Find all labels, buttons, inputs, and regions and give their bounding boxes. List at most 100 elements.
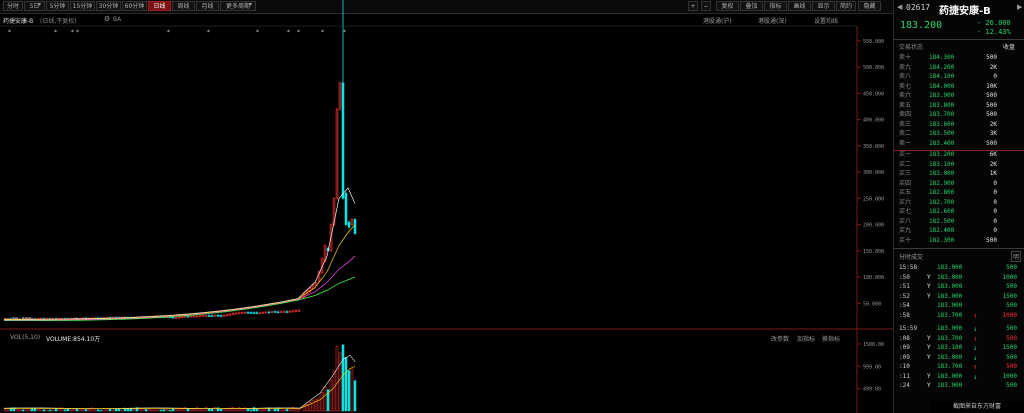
ask-row[interactable]: 卖八 184.100 0 bbox=[894, 73, 1024, 82]
ask-row[interactable]: 卖三 183.600 2K bbox=[894, 121, 1024, 130]
volume-bar bbox=[78, 409, 82, 412]
trade-flag: Y bbox=[927, 292, 931, 300]
collapse-icon[interactable]: ◀ bbox=[897, 3, 902, 11]
trade-price: 183.000 bbox=[937, 302, 963, 309]
trade-row: :54 183.000 500 bbox=[894, 302, 1024, 311]
stock-code: 02617 bbox=[906, 3, 931, 12]
add-indicator-button[interactable]: 加指标 bbox=[797, 334, 815, 343]
trade-direction-icon: ↑ bbox=[973, 363, 978, 371]
vol-y-tick-label: 1500.00 bbox=[863, 342, 884, 348]
trade-time: :24 bbox=[899, 382, 910, 389]
trade-direction-icon: ↓ bbox=[973, 325, 978, 333]
ask-label: 卖八 bbox=[899, 73, 912, 80]
trade-price: 183.000 bbox=[937, 283, 963, 290]
volume-bar bbox=[15, 409, 19, 412]
bid-row[interactable]: 买四 182.900 0 bbox=[894, 180, 1024, 189]
ask-row[interactable]: 卖十 184.300 500 bbox=[894, 54, 1024, 63]
ask-volume: 2K bbox=[989, 63, 997, 71]
bid-row[interactable]: 买二 183.100 2K bbox=[894, 161, 1024, 170]
ask-price: 184.200 bbox=[929, 63, 955, 71]
bid-label: 买九 bbox=[899, 227, 912, 234]
bid-row[interactable]: 买八 182.500 0 bbox=[894, 218, 1024, 227]
ask-price: 184.100 bbox=[929, 73, 955, 80]
trade-time: :09 bbox=[899, 344, 910, 351]
ask-volume: 3K bbox=[989, 130, 997, 137]
ask-price: 183.400 bbox=[929, 139, 955, 147]
trade-volume: 500 bbox=[1006, 363, 1017, 370]
ask-row[interactable]: 卖一 183.400 500 bbox=[894, 140, 1024, 149]
event-marker: * bbox=[321, 29, 324, 36]
volume-bar bbox=[126, 408, 130, 412]
bid-row[interactable]: 买九 182.400 0 bbox=[894, 227, 1024, 236]
ask-row[interactable]: 卖五 183.800 500 bbox=[894, 102, 1024, 111]
volume-bar bbox=[120, 409, 124, 412]
ask-price: 184.000 bbox=[929, 82, 955, 90]
bid-label: 买一 bbox=[899, 151, 912, 158]
volume-bar bbox=[150, 409, 154, 412]
candle bbox=[344, 192, 348, 225]
trade-row: :08 Y 183.700 ↑ 500 bbox=[894, 335, 1024, 344]
trade-time: :11 bbox=[899, 372, 910, 380]
y-tick-label: 550.000 bbox=[863, 39, 884, 45]
bid-label: 买二 bbox=[899, 160, 912, 168]
trade-time: :58 bbox=[899, 311, 910, 319]
volume-bar bbox=[323, 386, 327, 412]
trade-flag: Y bbox=[927, 344, 931, 351]
volume-bar bbox=[231, 407, 235, 412]
expand-icon[interactable]: ▶ bbox=[1017, 3, 1022, 11]
trade-flag: Y bbox=[927, 283, 931, 290]
volume-bar bbox=[332, 370, 336, 412]
volume-bar bbox=[317, 397, 321, 412]
volume-bar bbox=[308, 401, 312, 412]
trade-row: :52 Y 183.000 1500 bbox=[894, 293, 1024, 302]
candle bbox=[219, 315, 223, 317]
bid-price: 182.800 bbox=[929, 189, 955, 196]
bid-row[interactable]: 买七 182.600 0 bbox=[894, 208, 1024, 217]
bid-price: 183.200 bbox=[929, 151, 955, 158]
price-change-pct: - 12.43% bbox=[977, 28, 1011, 36]
ask-row[interactable]: 卖九 184.200 2K bbox=[894, 64, 1024, 73]
trade-time: :08 bbox=[899, 334, 910, 342]
volume-bar bbox=[36, 409, 40, 412]
trade-row: :11 Y 183.000 ↓ 1000 bbox=[894, 373, 1024, 382]
bid-row[interactable]: 买五 182.800 0 bbox=[894, 189, 1024, 198]
trade-volume: 500 bbox=[1006, 382, 1017, 389]
volume-bar bbox=[210, 408, 214, 412]
volume-bar bbox=[276, 407, 280, 412]
switch-indicator-button[interactable]: 换指标 bbox=[822, 334, 840, 343]
event-marker: * bbox=[167, 29, 170, 36]
volume-bar bbox=[297, 409, 301, 412]
ask-row[interactable]: 卖七 184.000 10K bbox=[894, 83, 1024, 92]
ask-label: 卖二 bbox=[899, 130, 912, 137]
ask-row[interactable]: 卖六 183.900 500 bbox=[894, 92, 1024, 101]
bid-row[interactable]: 买十 182.300 500 bbox=[894, 237, 1024, 246]
y-tick-label: 250.000 bbox=[863, 196, 884, 202]
volume-bar bbox=[42, 409, 46, 412]
volume-bar bbox=[144, 409, 148, 412]
volume-bar bbox=[341, 344, 345, 412]
volume-bar bbox=[177, 408, 181, 412]
trade-details-button[interactable]: 明 bbox=[1011, 251, 1022, 262]
candle bbox=[207, 315, 211, 317]
ask-row[interactable]: 卖二 183.500 3K bbox=[894, 130, 1024, 139]
y-tick-label: 350.000 bbox=[863, 144, 884, 150]
bid-row[interactable]: 买一 183.200 6K bbox=[894, 151, 1024, 160]
bid-row[interactable]: 买三 183.000 1K bbox=[894, 170, 1024, 179]
bid-label: 买六 bbox=[899, 198, 912, 206]
ask-row[interactable]: 卖四 183.700 500 bbox=[894, 111, 1024, 120]
ask-volume: 10K bbox=[986, 82, 997, 90]
kline-chart[interactable]: * * * * * * * * * * *550.000500.000450.000400.0003… bbox=[0, 0, 893, 413]
trade-flag: Y bbox=[927, 273, 931, 281]
bid-volume: 0 bbox=[993, 189, 997, 196]
vol-y-tick-label: 499.00 bbox=[863, 387, 881, 393]
bid-price: 182.900 bbox=[929, 179, 955, 187]
volume-bar bbox=[45, 409, 49, 412]
event-marker: * bbox=[256, 29, 259, 36]
bid-label: 买四 bbox=[899, 179, 912, 187]
trade-price: 183.700 bbox=[937, 334, 963, 342]
bid-row[interactable]: 买六 182.700 0 bbox=[894, 199, 1024, 208]
bid-volume: 6K bbox=[989, 151, 997, 158]
change-params-button[interactable]: 改参数 bbox=[771, 334, 789, 343]
trade-volume: 1500 bbox=[1002, 344, 1017, 351]
trade-time: 15:59 bbox=[899, 325, 918, 332]
